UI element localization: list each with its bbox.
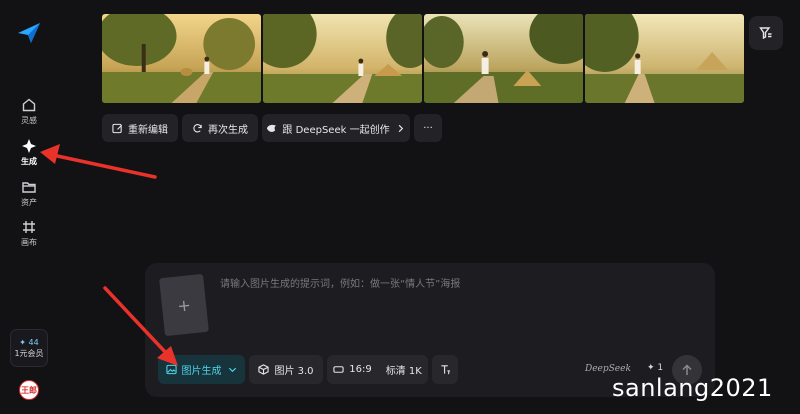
canvas-icon (23, 221, 35, 233)
prompt-input[interactable] (220, 277, 690, 291)
generated-image-3[interactable] (424, 14, 583, 103)
cube-icon (258, 364, 270, 375)
reedit-button[interactable]: 重新编辑 (102, 114, 178, 142)
sidebar-item-label: 画布 (21, 238, 37, 247)
membership-label: 1元会员 (14, 349, 44, 358)
sidebar-item-canvas[interactable]: 画布 (6, 219, 52, 255)
upload-reference-button[interactable]: + (159, 273, 209, 337)
app-logo-icon[interactable] (16, 21, 42, 45)
mode-label: 图片生成 (181, 366, 222, 377)
sidebar-item-inspiration[interactable]: 灵感 (6, 97, 52, 133)
aspect-ratio-icon (333, 366, 344, 373)
image-icon (165, 364, 177, 375)
refresh-icon (193, 123, 202, 132)
regenerate-button[interactable]: 再次生成 (182, 114, 258, 142)
reedit-label: 重新编辑 (128, 124, 168, 136)
chevron-right-icon (398, 124, 403, 132)
more-button[interactable]: ··· (414, 114, 442, 142)
chevron-down-icon (228, 367, 236, 373)
quality-label: 标清 1K (385, 366, 422, 377)
home-icon (22, 98, 36, 112)
text-format-icon (440, 365, 450, 375)
edit-icon (112, 123, 123, 133)
ratio-quality-select[interactable]: 16:9 标清 1K (327, 355, 428, 384)
sidebar-item-label: 灵感 (21, 116, 37, 125)
deepseek-create-label: 跟 DeepSeek 一起创作 (282, 124, 390, 136)
generated-image-1[interactable] (102, 14, 261, 103)
filter-icon (759, 27, 772, 40)
deepseek-icon (267, 124, 277, 132)
mode-select[interactable]: 图片生成 (158, 355, 245, 384)
filter-button[interactable] (749, 16, 783, 50)
deepseek-create-button[interactable]: 跟 DeepSeek 一起创作 (262, 114, 410, 142)
regenerate-label: 再次生成 (208, 124, 248, 136)
plus-icon: + (176, 294, 192, 316)
sidebar-item-label: 生成 (21, 157, 37, 166)
ratio-label: 16:9 (349, 364, 372, 375)
credit-count: ✦ 44 (19, 338, 39, 347)
sidebar: 灵感 生成 资产 画布 ✦ 44 1元会员 王郎 (0, 0, 58, 414)
sparkle-icon (22, 139, 36, 153)
generated-image-2[interactable] (263, 14, 422, 103)
text-style-button[interactable] (432, 355, 458, 384)
membership-button[interactable]: ✦ 44 1元会员 (10, 329, 48, 367)
sidebar-item-assets[interactable]: 资产 (6, 179, 52, 215)
avatar-text: 王郎 (21, 385, 37, 395)
more-icon: ··· (423, 122, 433, 134)
sidebar-item-label: 资产 (21, 198, 37, 207)
sidebar-item-generate[interactable]: 生成 (6, 138, 52, 174)
model-select[interactable]: 图片 3.0 (249, 355, 323, 384)
avatar[interactable]: 王郎 (19, 380, 39, 400)
folder-icon (22, 182, 36, 193)
credit-cost: ✦ 1 (647, 363, 664, 373)
watermark: sanlang2021 (612, 374, 773, 402)
model-label: 图片 3.0 (274, 366, 314, 377)
deepseek-brand: DeepSeek (585, 364, 631, 374)
generated-image-4[interactable] (585, 14, 744, 103)
